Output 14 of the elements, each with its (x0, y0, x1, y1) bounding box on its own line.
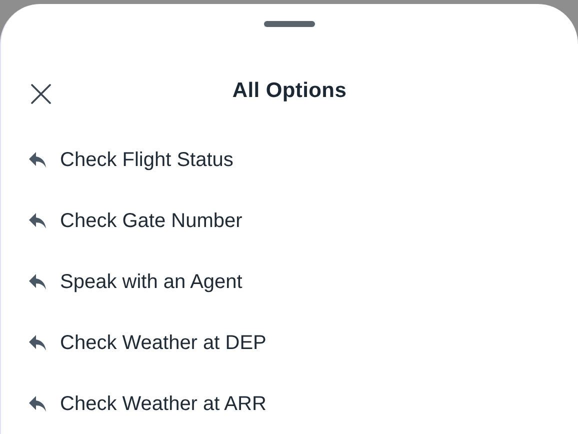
option-item[interactable]: Check Weather at DEP (1, 312, 578, 373)
reply-icon (28, 150, 48, 168)
option-item[interactable]: Speak with an Agent (1, 251, 578, 312)
reply-icon (28, 212, 48, 230)
drag-handle[interactable] (264, 21, 315, 27)
option-item[interactable]: Check Weather at ARR (1, 373, 578, 434)
option-item[interactable]: Check Flight Status (1, 129, 578, 190)
reply-icon (28, 334, 48, 352)
reply-icon (28, 394, 48, 412)
reply-icon (28, 272, 48, 290)
sheet-title: All Options (232, 78, 347, 104)
close-button[interactable] (29, 82, 53, 106)
option-item[interactable]: Check Gate Number (1, 190, 578, 251)
close-icon (31, 84, 51, 104)
